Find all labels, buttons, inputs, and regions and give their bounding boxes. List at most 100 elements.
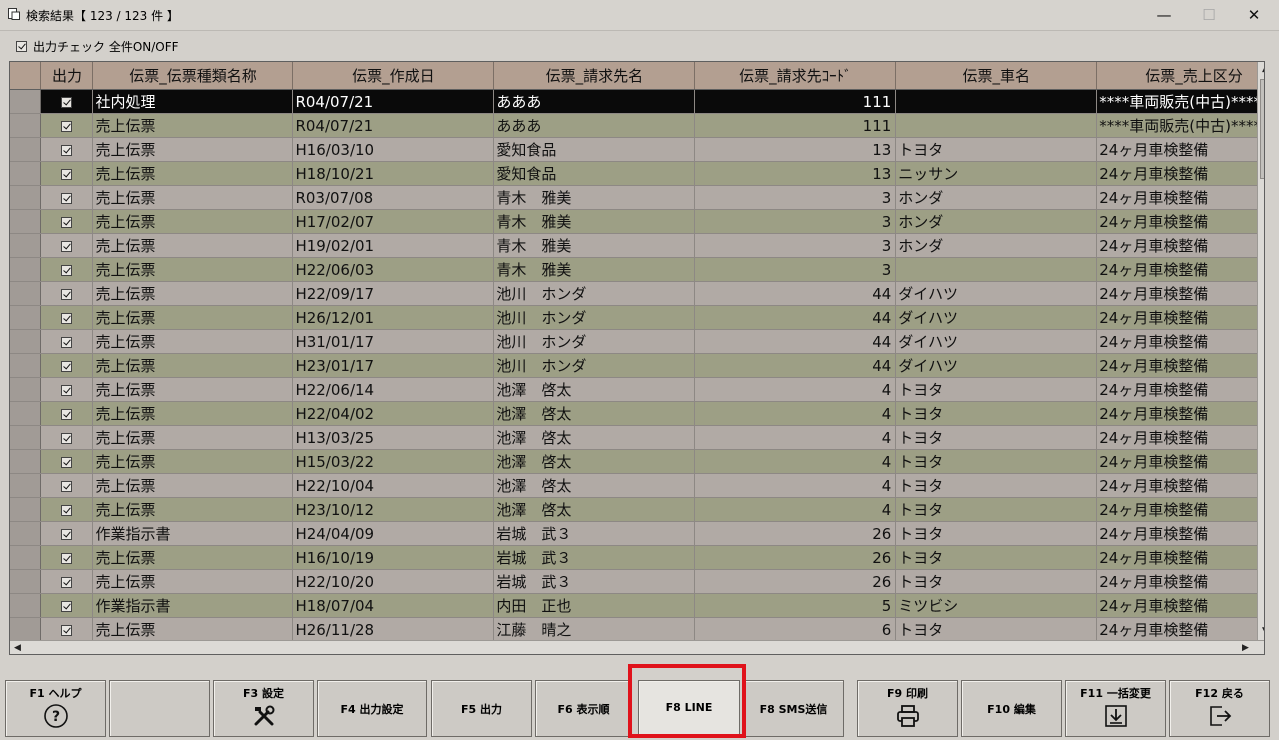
car-cell[interactable]: トヨタ [895,425,1098,450]
table-row[interactable]: 売上伝票 H13/03/25 池澤 啓太 4 トヨタ 24ヶ月車検整備 [10,425,1264,450]
type-cell[interactable]: 売上伝票 [92,113,294,138]
type-cell[interactable]: 売上伝票 [92,617,294,642]
sales-cell[interactable]: 24ヶ月車検整備 [1096,329,1264,354]
output-checkbox-cell[interactable] [40,233,94,258]
sales-cell[interactable]: 24ヶ月車検整備 [1096,401,1264,426]
output-checkbox-cell[interactable] [40,377,94,402]
f8-sms-button[interactable]: F8 SMS送信 [743,680,844,737]
scroll-up-icon[interactable]: ▲ [1262,64,1264,74]
client-cell[interactable]: 愛知食品 [493,161,696,186]
sales-cell[interactable]: 24ヶ月車検整備 [1096,449,1264,474]
car-cell[interactable]: ダイハツ [895,329,1098,354]
vertical-scroll-thumb[interactable] [1260,79,1264,179]
date-cell[interactable]: H15/03/22 [292,449,495,474]
client-cell[interactable]: 池川 ホンダ [493,281,696,306]
output-checkbox-cell[interactable] [40,617,94,642]
scroll-right-icon[interactable]: ▶ [1242,643,1249,653]
code-cell[interactable]: 4 [694,497,897,522]
f2-blank-button[interactable] [109,680,210,737]
output-checkbox[interactable] [61,408,73,420]
table-row[interactable]: 売上伝票 H22/06/03 青木 雅美 3 24ヶ月車検整備 [10,257,1264,282]
type-cell[interactable]: 売上伝票 [92,569,294,594]
table-row[interactable]: 売上伝票 H23/01/17 池川 ホンダ 44 ダイハツ 24ヶ月車検整備 [10,353,1264,378]
date-cell[interactable]: H19/02/01 [292,233,495,258]
car-cell[interactable]: トヨタ [895,377,1098,402]
sales-cell[interactable]: 24ヶ月車検整備 [1096,137,1264,162]
f12-back-button[interactable]: F12 戻る [1169,680,1270,737]
row-header-cell[interactable] [10,497,42,522]
code-cell[interactable]: 26 [694,569,897,594]
car-cell[interactable] [895,113,1098,138]
output-check-all[interactable]: 出力チェック 全件ON/OFF [16,38,179,55]
date-cell[interactable]: H17/02/07 [292,209,495,234]
col-header-date[interactable]: 伝票_作成日 [292,62,495,90]
output-checkbox-cell[interactable] [40,257,94,282]
output-checkbox[interactable] [61,168,73,180]
type-cell[interactable]: 売上伝票 [92,425,294,450]
car-cell[interactable]: ホンダ [895,209,1098,234]
type-cell[interactable]: 売上伝票 [92,281,294,306]
type-cell[interactable]: 売上伝票 [92,497,294,522]
car-cell[interactable]: トヨタ [895,449,1098,474]
client-cell[interactable]: 池川 ホンダ [493,353,696,378]
sales-cell[interactable]: 24ヶ月車検整備 [1096,377,1264,402]
sales-cell[interactable]: 24ヶ月車検整備 [1096,281,1264,306]
row-header-cell[interactable] [10,257,42,282]
output-checkbox-cell[interactable] [40,89,94,114]
row-header-cell[interactable] [10,185,42,210]
client-cell[interactable]: 池澤 啓太 [493,425,696,450]
sales-cell[interactable]: 24ヶ月車検整備 [1096,185,1264,210]
output-checkbox[interactable] [61,120,73,132]
sales-cell[interactable]: ****車両販売(中古)**** [1096,89,1264,114]
row-header-cell[interactable] [10,593,42,618]
date-cell[interactable]: H26/12/01 [292,305,495,330]
sales-cell[interactable]: 24ヶ月車検整備 [1096,617,1264,642]
f9-print-button[interactable]: F9 印刷 [857,680,958,737]
type-cell[interactable]: 売上伝票 [92,377,294,402]
code-cell[interactable]: 13 [694,161,897,186]
f3-settings-button[interactable]: F3 設定 [213,680,314,737]
col-header-type[interactable]: 伝票_伝票種類名称 [92,62,294,90]
output-checkbox[interactable] [61,384,73,396]
output-checkbox[interactable] [61,528,73,540]
col-header-sales[interactable]: 伝票_売上区分 [1096,62,1264,90]
col-header-code[interactable]: 伝票_請求先ｺｰﾄﾞ [694,62,897,90]
output-checkbox[interactable] [61,96,73,108]
scroll-down-icon[interactable]: ▼ [1262,626,1264,636]
output-checkbox[interactable] [61,624,73,636]
output-checkbox[interactable] [61,288,73,300]
table-row[interactable]: 売上伝票 H22/10/04 池澤 啓太 4 トヨタ 24ヶ月車検整備 [10,473,1264,498]
client-cell[interactable]: 岩城 武３ [493,545,696,570]
row-header-cell[interactable] [10,329,42,354]
output-checkbox[interactable] [61,192,73,204]
car-cell[interactable]: トヨタ [895,473,1098,498]
row-header-cell[interactable] [10,305,42,330]
code-cell[interactable]: 4 [694,401,897,426]
output-checkbox-cell[interactable] [40,353,94,378]
client-cell[interactable]: 池澤 啓太 [493,473,696,498]
table-row[interactable]: 売上伝票 H16/03/10 愛知食品 13 トヨタ 24ヶ月車検整備 [10,137,1264,162]
client-cell[interactable]: 池川 ホンダ [493,305,696,330]
table-row[interactable]: 売上伝票 H26/11/28 江藤 晴之 6 トヨタ 24ヶ月車検整備 [10,617,1264,642]
sales-cell[interactable]: 24ヶ月車検整備 [1096,593,1264,618]
code-cell[interactable]: 44 [694,353,897,378]
f6-display-order-button[interactable]: F6 表示順 [535,680,632,737]
table-row[interactable]: 売上伝票 H22/06/14 池澤 啓太 4 トヨタ 24ヶ月車検整備 [10,377,1264,402]
code-cell[interactable]: 4 [694,377,897,402]
client-cell[interactable]: 青木 雅美 [493,209,696,234]
f5-output-button[interactable]: F5 出力 [431,680,532,737]
row-header-cell[interactable] [10,569,42,594]
sales-cell[interactable]: 24ヶ月車検整備 [1096,209,1264,234]
output-checkbox[interactable] [61,240,73,252]
client-cell[interactable]: あああ [493,113,696,138]
client-cell[interactable]: 愛知食品 [493,137,696,162]
date-cell[interactable]: H16/03/10 [292,137,495,162]
client-cell[interactable]: あああ [493,89,696,114]
row-header-cell[interactable] [10,521,42,546]
type-cell[interactable]: 売上伝票 [92,545,294,570]
maximize-button[interactable]: ☐ [1187,2,1231,28]
sales-cell[interactable]: ****車両販売(中古)**** [1096,113,1264,138]
code-cell[interactable]: 44 [694,281,897,306]
date-cell[interactable]: H13/03/25 [292,425,495,450]
car-cell[interactable]: ダイハツ [895,281,1098,306]
